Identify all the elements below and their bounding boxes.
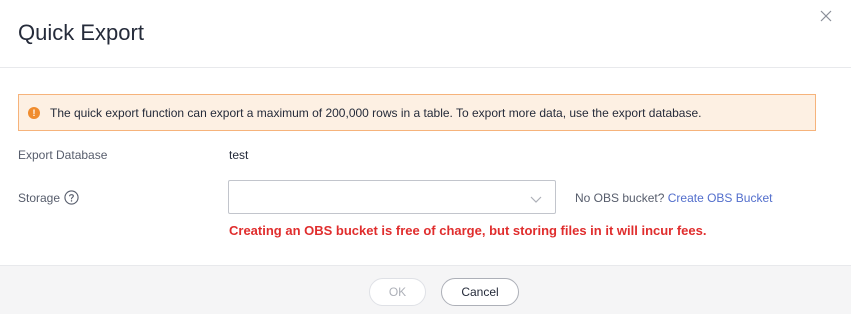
storage-label: Storage xyxy=(18,190,79,205)
export-database-label-text: Export Database xyxy=(18,148,108,162)
quick-export-dialog: Quick Export ! The quick export function… xyxy=(0,0,851,314)
create-obs-bucket-link[interactable]: Create OBS Bucket xyxy=(668,191,773,205)
obs-hint-text: No OBS bucket? xyxy=(575,191,665,205)
dialog-footer: OK Cancel xyxy=(0,265,851,314)
alert-message: The quick export function can export a m… xyxy=(50,105,702,120)
cancel-button[interactable]: Cancel xyxy=(441,278,519,306)
ok-button[interactable]: OK xyxy=(369,278,426,306)
dialog-title: Quick Export xyxy=(18,20,144,45)
export-database-label: Export Database xyxy=(18,148,107,162)
question-circle-icon[interactable] xyxy=(64,190,79,205)
title-divider xyxy=(0,67,851,68)
obs-hint: No OBS bucket? Create OBS Bucket xyxy=(575,191,772,205)
chevron-down-icon xyxy=(529,192,543,203)
storage-fee-warning: Creating an OBS bucket is free of charge… xyxy=(229,223,707,238)
close-icon[interactable] xyxy=(816,6,836,26)
storage-select[interactable] xyxy=(228,180,556,214)
warning-circle-icon: ! xyxy=(28,106,40,119)
export-database-value: test xyxy=(229,148,249,162)
storage-label-text: Storage xyxy=(18,190,61,205)
info-alert: ! The quick export function can export a… xyxy=(18,94,816,131)
